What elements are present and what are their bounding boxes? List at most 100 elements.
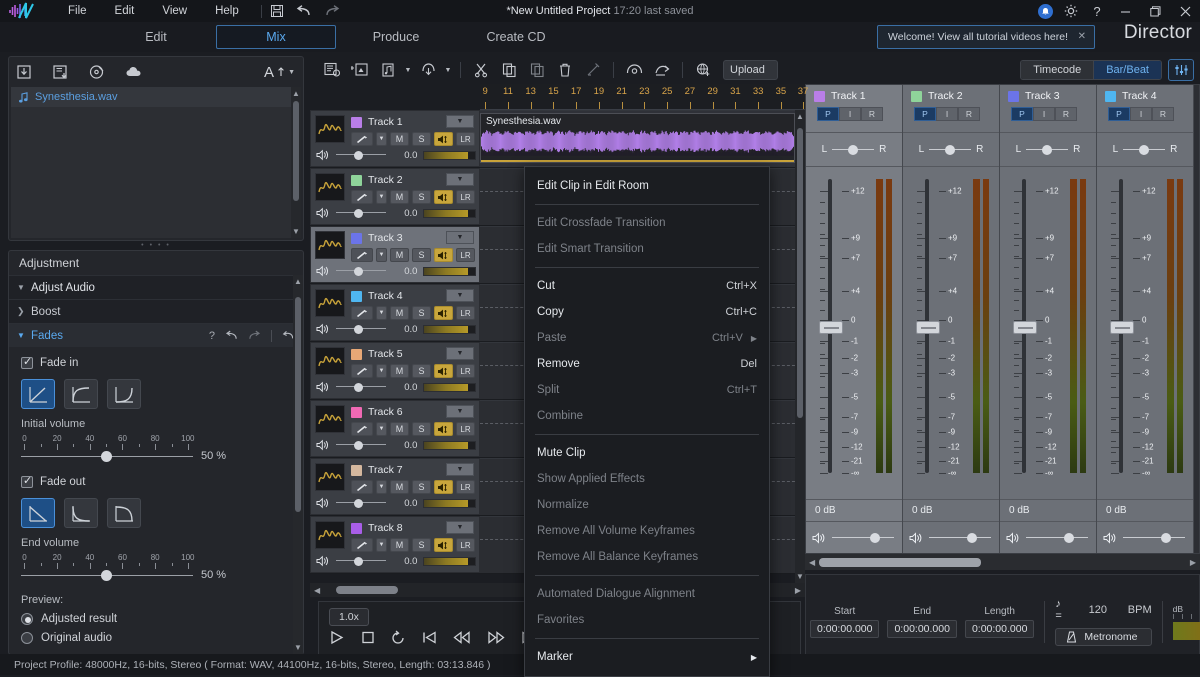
track-pen-dropdown[interactable]: ▼ (376, 132, 387, 146)
section-fades[interactable]: ▼ Fades ? (9, 323, 303, 347)
mixer-pan-control[interactable]: L R (903, 133, 999, 167)
track-header[interactable]: Track 3 ▼ ▼ M S LR 0.0 (310, 226, 480, 283)
track-dropdown-button[interactable]: ▼ (446, 405, 474, 418)
track-volume-slider[interactable] (336, 323, 387, 335)
track-color-swatch[interactable] (351, 523, 362, 534)
scroll-up-icon[interactable]: ▲ (796, 112, 804, 121)
track-dropdown-button[interactable]: ▼ (446, 521, 474, 534)
mixer-db-value[interactable]: 0 dB (806, 499, 902, 521)
fade-out-curve-group[interactable] (21, 498, 291, 528)
fader-handle[interactable] (819, 321, 843, 334)
notification-bell-button[interactable] (1032, 0, 1058, 22)
clip-context-menu[interactable]: Edit Clip in Edit RoomEdit Crossfade Tra… (524, 166, 770, 677)
track-dropdown-button[interactable]: ▼ (446, 231, 474, 244)
track-solo-button[interactable]: S (412, 480, 431, 494)
mixer-db-value[interactable]: 0 dB (1000, 499, 1096, 521)
pan-slider[interactable] (1026, 145, 1068, 155)
speaker-icon[interactable] (1006, 532, 1020, 544)
mixer-r-button[interactable]: R (861, 107, 883, 121)
chevron-down-icon[interactable]: ▼ (402, 67, 414, 74)
close-button[interactable] (1170, 0, 1200, 22)
scrollbar-thumb[interactable] (336, 586, 398, 594)
mixer-fader-area[interactable]: +12+9+7+40-1-2-3-5-7-9-12-21-∞ (1000, 167, 1096, 499)
menu-edit[interactable]: Edit (101, 2, 149, 20)
end-field[interactable]: End 0:00:00.000 (887, 606, 956, 638)
radio-original-audio[interactable] (21, 632, 33, 644)
initial-volume-slider[interactable]: 0 20 40 60 80 100 (21, 434, 193, 464)
import-media-icon[interactable] (17, 64, 35, 80)
context-menu-item[interactable]: CutCtrl+X (525, 273, 769, 299)
pan-slider[interactable] (832, 145, 874, 155)
track-color-swatch[interactable] (351, 233, 362, 244)
add-track-icon[interactable] (346, 58, 374, 82)
play-icon[interactable] (329, 630, 345, 645)
mixer-db-value[interactable]: 0 dB (903, 499, 999, 521)
track-mute-button[interactable]: M (390, 422, 409, 436)
track-volume-slider[interactable] (336, 381, 387, 393)
speaker-icon[interactable] (316, 381, 330, 393)
track-mute-button[interactable]: M (390, 306, 409, 320)
speaker-icon[interactable] (316, 439, 330, 451)
help-button[interactable]: ? (1084, 0, 1110, 22)
track-volume-slider[interactable] (336, 265, 387, 277)
mixer-i-button[interactable]: I (1033, 107, 1055, 121)
track-pen-dropdown[interactable]: ▼ (376, 306, 387, 320)
track-monitor-button[interactable] (434, 480, 453, 494)
section-boost[interactable]: ❯ Boost (9, 299, 303, 323)
track-dropdown-button[interactable]: ▼ (446, 289, 474, 302)
track-volume-slider[interactable] (336, 497, 387, 509)
track-pen-icon[interactable] (351, 480, 373, 494)
audio-clip[interactable]: Synesthesia.wav (480, 113, 795, 163)
track-lr-button[interactable]: LR (456, 364, 475, 378)
mixer-p-button[interactable]: P (1011, 107, 1033, 121)
speaker-icon[interactable] (812, 532, 826, 544)
fade-in-checkbox[interactable] (21, 357, 33, 369)
track-row[interactable]: Track 1 ▼ ▼ M S LR 0.0 (310, 110, 805, 168)
exp-fade-in-curve[interactable] (107, 379, 141, 409)
track-pen-icon[interactable] (351, 306, 373, 320)
speaker-icon[interactable] (316, 265, 330, 277)
mixer-db-value[interactable]: 0 dB (1097, 499, 1193, 521)
loop-icon[interactable] (391, 630, 406, 645)
tab-produce[interactable]: Produce (336, 25, 456, 49)
track-pen-icon[interactable] (351, 132, 373, 146)
mixer-p-button[interactable]: P (1108, 107, 1130, 121)
mixer-strips[interactable]: Track 1 P I R L R +12+9+7+40-1-2-3-5-7-9… (805, 84, 1200, 554)
track-header[interactable]: Track 7 ▼ ▼ M S LR 0.0 (310, 458, 480, 515)
track-volume-slider[interactable] (336, 439, 387, 451)
mixer-hscrollbar[interactable]: ◀ ▶ (805, 554, 1200, 570)
fader-handle[interactable] (1110, 321, 1134, 334)
save-icon[interactable] (270, 4, 284, 18)
context-menu-item[interactable]: Mute Clip (525, 440, 769, 466)
mixer-pan-control[interactable]: L R (806, 133, 902, 167)
track-lr-button[interactable]: LR (456, 538, 475, 552)
context-menu-item[interactable]: RemoveDel (525, 351, 769, 377)
preview-adjusted-option[interactable]: Adjusted result (21, 613, 291, 625)
track-pen-icon[interactable] (351, 422, 373, 436)
track-lane[interactable]: Synesthesia.wav (480, 110, 805, 167)
scroll-right-icon[interactable]: ▶ (795, 586, 801, 595)
adjustment-scrollbar[interactable]: ▲ ▼ (293, 275, 303, 654)
tempo-value[interactable]: 120 (1073, 604, 1123, 616)
help-icon[interactable]: ? (209, 330, 215, 342)
track-monitor-button[interactable] (434, 190, 453, 204)
track-header[interactable]: Track 8 ▼ ▼ M S LR 0.0 (310, 516, 480, 573)
mixer-volume-row[interactable] (1097, 521, 1193, 553)
slider-handle[interactable] (848, 145, 858, 155)
scrollbar-thumb[interactable] (819, 558, 981, 567)
tab-edit[interactable]: Edit (96, 25, 216, 49)
duplicate-icon[interactable] (523, 58, 551, 82)
delete-icon[interactable] (551, 58, 579, 82)
slider-handle[interactable] (354, 325, 363, 334)
track-color-swatch[interactable] (351, 465, 362, 476)
forward-icon[interactable] (487, 630, 505, 645)
scroll-left-icon[interactable]: ◀ (314, 586, 320, 595)
settings-button[interactable] (1058, 0, 1084, 22)
scroll-down-icon[interactable]: ▼ (796, 572, 804, 581)
prev-icon[interactable] (422, 630, 437, 645)
slider-handle[interactable] (354, 151, 363, 160)
track-pen-dropdown[interactable]: ▼ (376, 538, 387, 552)
track-lr-button[interactable]: LR (456, 248, 475, 262)
track-solo-button[interactable]: S (412, 364, 431, 378)
mixer-volume-row[interactable] (806, 521, 902, 553)
